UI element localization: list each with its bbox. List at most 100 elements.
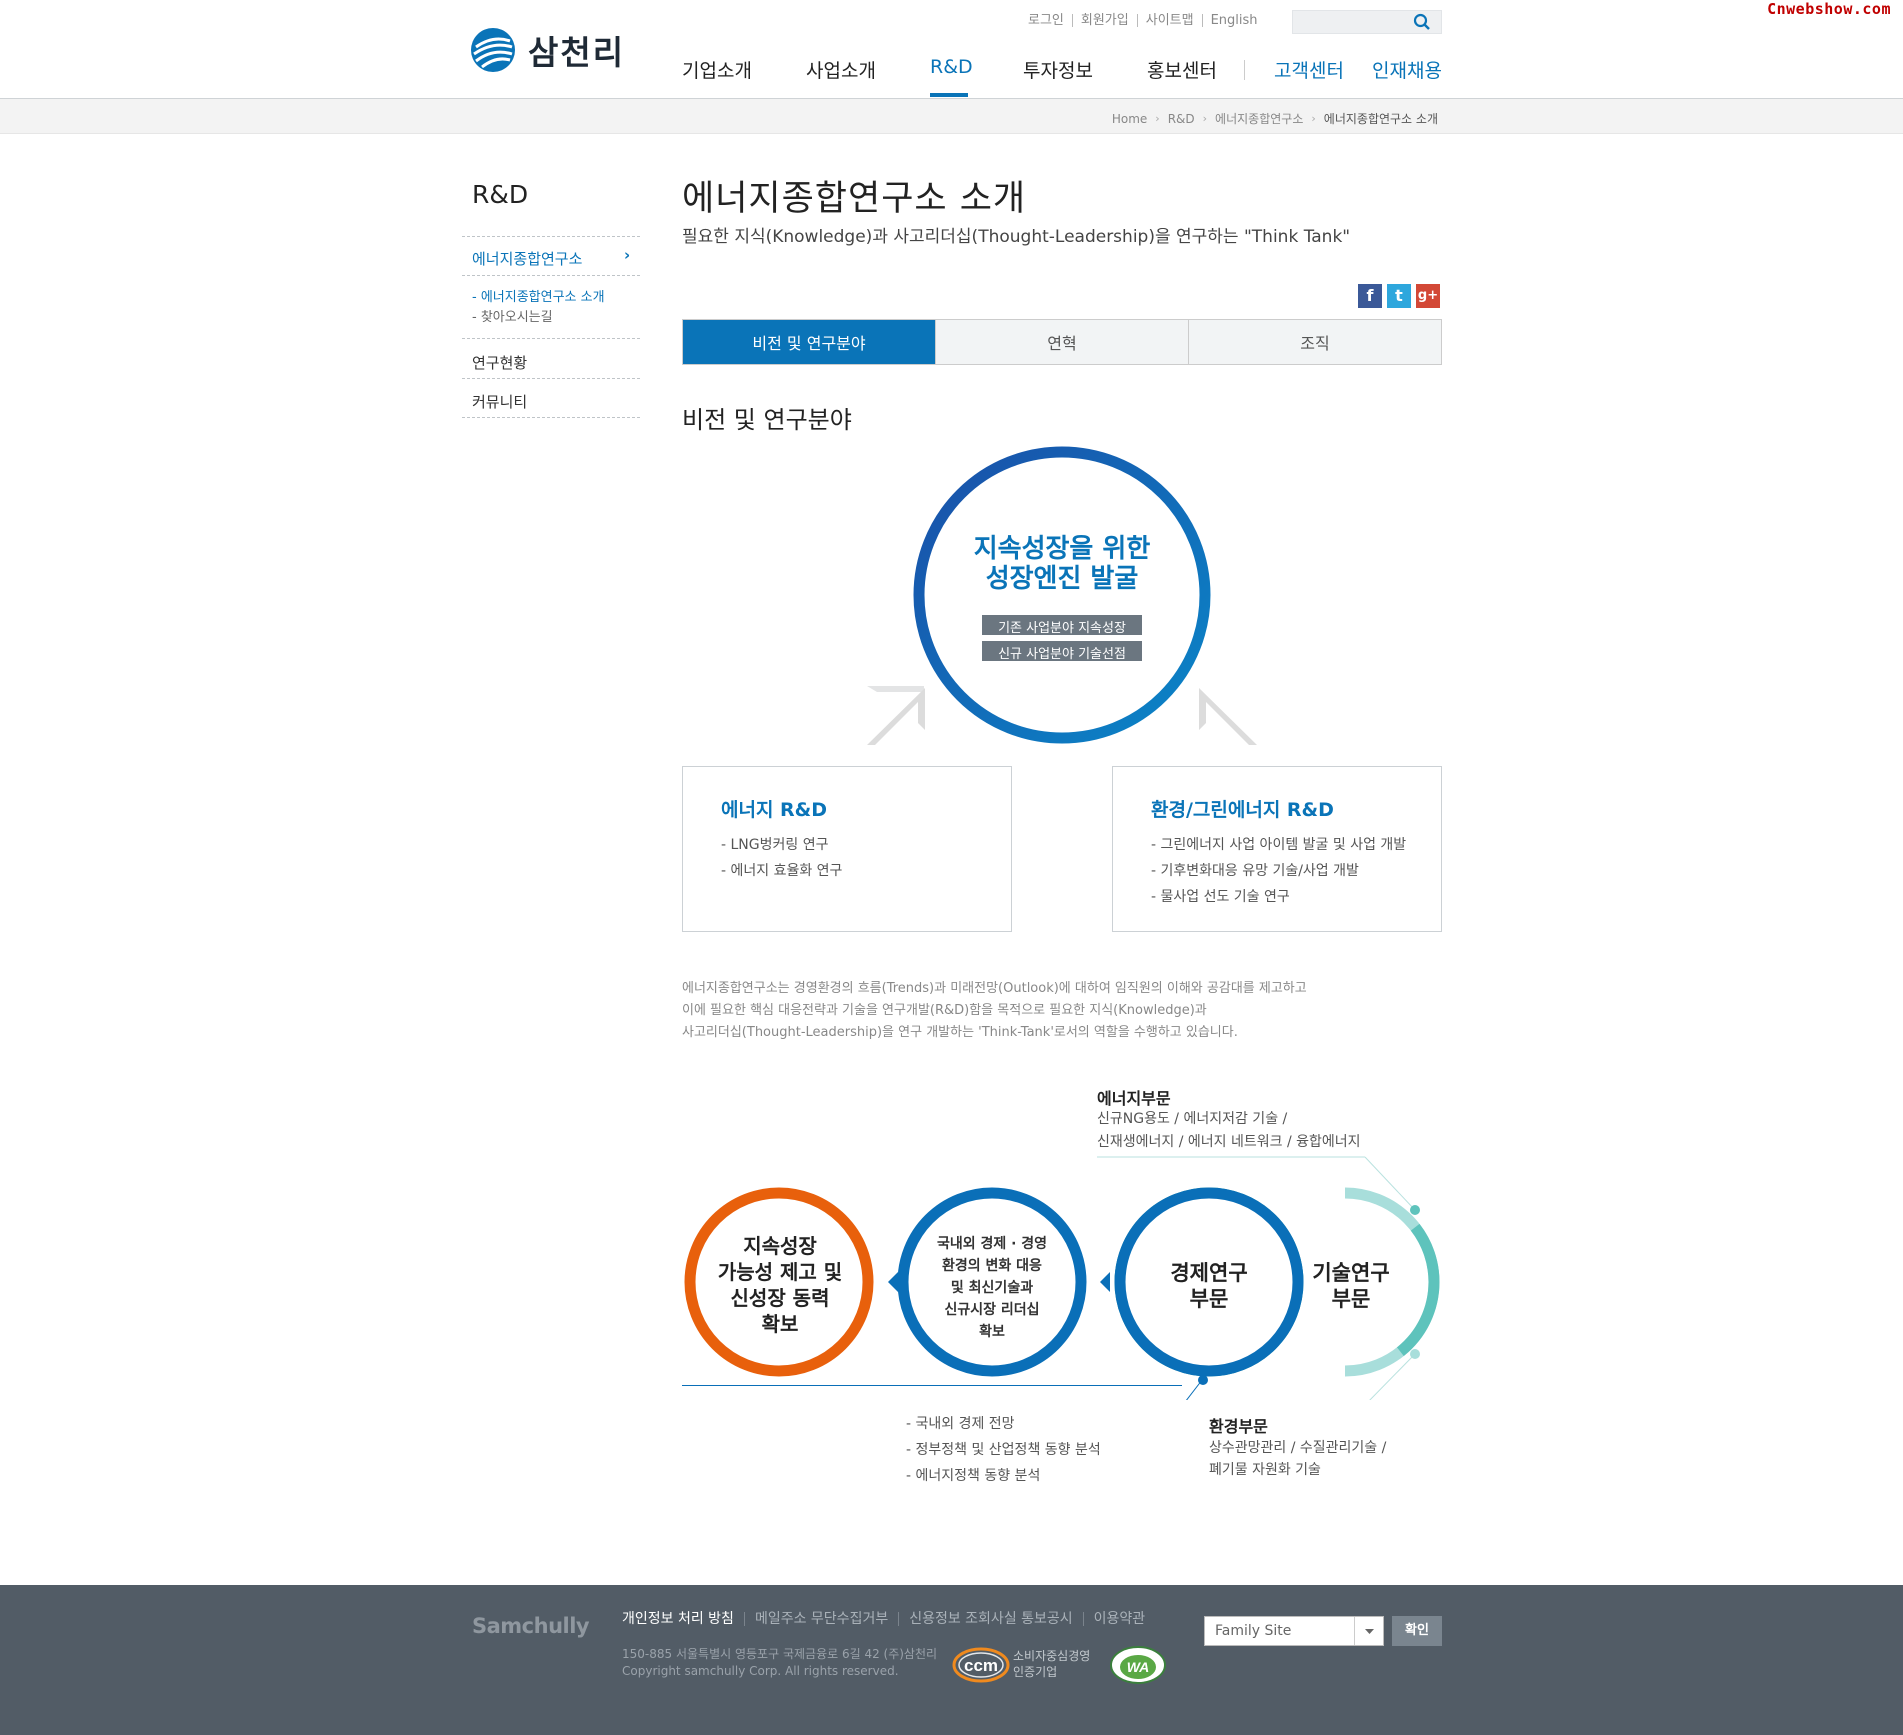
breadcrumb-rnd[interactable]: R&D [1168,112,1195,126]
google-plus-icon[interactable]: g+ [1416,284,1440,308]
english-link[interactable]: English [1201,14,1266,27]
energy-rnd-box: 에너지 R&D - LNG벙커링 연구 - 에너지 효율화 연구 [682,766,1012,932]
response-line: 및 최신기술과 [950,1280,1034,1296]
tech-line: 부문 [1331,1287,1371,1311]
growth-line: 가능성 제고 및 [717,1260,843,1284]
economy-connector [682,1385,1182,1386]
environment-division-line: 상수관망관리 / 수질관리기술 / [1209,1440,1387,1456]
chevron-right-icon: › [1202,112,1208,125]
nav-divider [1244,60,1245,80]
tab-history[interactable]: 연혁 [935,320,1188,364]
login-link[interactable]: 로그인 [1020,14,1072,27]
nav-pr[interactable]: 홍보센터 [1147,56,1217,83]
footer-logo: Samchully [472,1614,590,1638]
vision-tag-2: 신규 사업분야 기술선점 [998,647,1126,662]
green-rnd-item: - 그린에너지 사업 아이템 발굴 및 사업 개발 [1151,837,1407,853]
sidebar-divider [462,378,640,379]
credit-info-link[interactable]: 신용정보 조회사실 통보공시 [898,1612,1082,1626]
sidebar-title: R&D [472,180,529,209]
facebook-icon[interactable]: f [1358,284,1382,308]
energy-division-title: 에너지부문 [1097,1089,1171,1108]
economy-line: 경제연구 [1170,1261,1248,1285]
chevron-down-icon[interactable] [1354,1617,1384,1645]
ccm-logo-text: ccm [964,1656,998,1675]
tab-vision[interactable]: 비전 및 연구분야 [683,320,935,364]
ccm-text-line: 인증기업 [1013,1665,1058,1679]
nav-rnd[interactable]: R&D [930,56,973,78]
sidebar-item-institute[interactable]: 에너지종합연구소 [472,248,582,269]
breadcrumb-home[interactable]: Home [1112,112,1147,126]
twitter-icon[interactable]: t [1387,284,1411,308]
brand-name: 삼천리 [528,33,626,72]
location-bar [0,99,1903,134]
response-line: 확보 [979,1324,1005,1340]
arrow-up-left-icon [867,688,925,745]
join-link[interactable]: 회원가입 [1071,14,1137,27]
economy-line: 부문 [1189,1287,1229,1311]
arrow-left-icon [1100,1272,1110,1292]
breadcrumb-institute[interactable]: 에너지종합연구소 [1215,110,1303,127]
environment-division-line: 폐기물 자원화 기술 [1209,1462,1321,1478]
search-icon[interactable] [1412,12,1432,32]
chevron-right-icon: › [1155,112,1160,125]
wa-badge-text: WA [1127,1659,1150,1675]
ccm-text-line: 소비자중심경영 [1013,1649,1091,1663]
sidebar-subitem-directions[interactable]: - 찾아오시는길 [472,306,553,325]
tab-organization[interactable]: 조직 [1188,320,1441,364]
vision-diagram [867,446,1257,745]
vision-heading: 지속성장을 위한 성장엔진 발굴 [942,534,1182,594]
sidebar-subitem-intro[interactable]: - 에너지종합연구소 소개 [472,286,605,305]
energy-division-line: 신재생에너지 / 에너지 네트워크 / 융합에너지 [1097,1134,1361,1150]
tech-circle-text: 기술연구 부문 [1271,1260,1431,1312]
growth-circle-text: 지속성장 가능성 제고 및 신성장 동력 확보 [700,1233,860,1337]
nav-customer[interactable]: 고객센터 [1274,56,1344,83]
growth-line: 확보 [761,1312,799,1336]
description-line: 사고리더십(Thought-Leadership)을 연구 개발하는 'Thin… [682,1025,1238,1040]
privacy-policy-link[interactable]: 개인정보 처리 방침 [622,1612,744,1626]
response-circle-text: 국내외 경제 · 경영 환경의 변화 대응 및 최신기술과 신규시장 리더십 확… [912,1233,1072,1343]
green-rnd-title: 환경/그린에너지 R&D [1151,799,1334,821]
utility-menu: 로그인 회원가입 사이트맵 English [1020,14,1266,27]
energy-rnd-item: - LNG벙커링 연구 [721,837,829,853]
economy-circle-text: 경제연구 부문 [1129,1260,1289,1312]
economy-item: - 정부정책 및 산업정책 동향 분석 [906,1442,1101,1458]
nav-recruit[interactable]: 인재채용 [1372,56,1442,83]
brand-logo[interactable]: 삼천리 [470,26,625,74]
ccm-logo-icon: ccm [952,1647,1010,1683]
footer-links: 개인정보 처리 방침 메일주소 무단수집거부 신용정보 조회사실 통보공시 이용… [622,1612,1155,1626]
vision-line-2: 성장엔진 발굴 [985,564,1139,594]
nav-active-indicator [930,93,968,97]
sidebar-divider [462,236,640,237]
nav-company[interactable]: 기업소개 [682,56,752,83]
response-line: 환경의 변화 대응 [942,1258,1042,1274]
growth-line: 신성장 동력 [730,1286,830,1310]
response-line: 신규시장 리더십 [944,1302,1040,1318]
sidebar-item-research[interactable]: 연구현황 [472,352,527,373]
vision-tag-1: 기존 사업분야 지속성장 [998,621,1126,636]
chevron-right-icon: › [624,246,631,264]
description-line: 이에 필요한 핵심 대응전략과 기술을 연구개발(R&D)함을 목적으로 필요한… [682,1003,1207,1018]
family-site-confirm-button[interactable]: 확인 [1392,1616,1442,1646]
page-subtitle: 필요한 지식(Knowledge)과 사고리더십(Thought-Leaders… [682,227,1351,247]
chevron-right-icon: › [1311,112,1316,125]
nav-investor[interactable]: 투자정보 [1023,56,1093,83]
institute-description: 에너지종합연구소는 경영환경의 흐름(Trends)과 미래전망(Outlook… [682,978,1382,1044]
breadcrumb: Home › R&D › 에너지종합연구소 › 에너지종합연구소 소개 [1112,110,1438,127]
sidebar-divider [462,338,640,339]
green-rnd-item: - 기후변화대응 유망 기술/사업 개발 [1151,863,1359,879]
economy-item: - 에너지정책 동향 분석 [906,1468,1041,1484]
nav-business[interactable]: 사업소개 [806,56,876,83]
terms-link[interactable]: 이용약관 [1082,1612,1156,1626]
email-refusal-link[interactable]: 메일주소 무단수집거부 [743,1612,898,1626]
sidebar-divider [462,275,640,276]
sitemap-link[interactable]: 사이트맵 [1136,14,1202,27]
economy-item: - 국내외 경제 전망 [906,1416,1015,1432]
vision-line-1: 지속성장을 위한 [973,534,1151,564]
breadcrumb-current: 에너지종합연구소 소개 [1323,112,1438,126]
content-tabs: 비전 및 연구분야 연혁 조직 [682,319,1442,365]
sidebar-item-community[interactable]: 커뮤니티 [472,391,527,412]
tech-line: 기술연구 [1312,1261,1390,1285]
ccm-text: 소비자중심경영 인증기업 [1013,1648,1090,1680]
green-rnd-box: 환경/그린에너지 R&D - 그린에너지 사업 아이템 발굴 및 사업 개발 -… [1112,766,1442,932]
wa-badge-icon: WA [1110,1646,1166,1684]
